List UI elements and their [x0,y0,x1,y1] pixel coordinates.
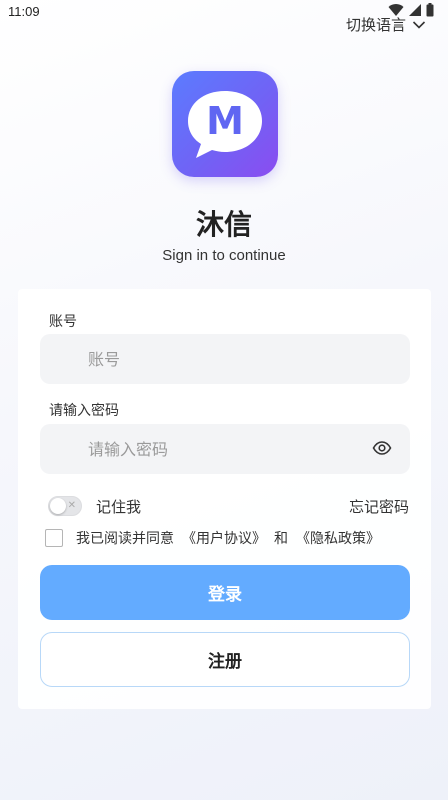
password-label: 请输入密码 [49,403,119,419]
privacy-policy-link[interactable]: 《隐私政策》 [296,528,380,548]
agreement-prefix: 我已阅读并同意 [76,531,174,547]
forgot-password-link[interactable]: 忘记密码 [349,496,409,517]
user-agreement-link[interactable]: 《用户协议》 [182,528,266,548]
agreement-text: 我已阅读并同意 《用户协议》 和 《隐私政策》 [76,528,380,548]
agreement-checkbox[interactable] [45,529,63,547]
app-name: 沐信 [195,208,252,241]
logo-letter: M [206,99,244,143]
register-button[interactable]: 注册 [40,632,410,687]
login-button[interactable]: 登录 [40,565,410,620]
status-time: 11:09 [8,4,40,19]
close-icon: ✕ [67,500,76,511]
battery-icon [426,3,434,17]
subtitle: Sign in to continue [162,247,286,264]
chat-bubble-icon: M [188,91,262,158]
eye-icon[interactable] [372,438,392,458]
agreement-conjunction: 和 [274,531,288,547]
language-switch[interactable]: 切换语言 [346,14,426,35]
remember-me-toggle[interactable]: ✕ [48,496,82,516]
chevron-down-icon [412,20,426,29]
language-switch-label: 切换语言 [345,16,406,34]
app-logo: M [172,71,278,177]
login-card: 账号 请输入密码 ✕ 记住我 忘记密码 我已阅读并同意 《用户协议》 和 《隐私… [18,289,431,709]
account-label: 账号 [49,314,77,330]
toggle-knob [50,498,66,514]
remember-me-label: 记住我 [96,498,142,516]
account-input[interactable] [40,334,410,384]
password-input[interactable] [40,424,410,474]
